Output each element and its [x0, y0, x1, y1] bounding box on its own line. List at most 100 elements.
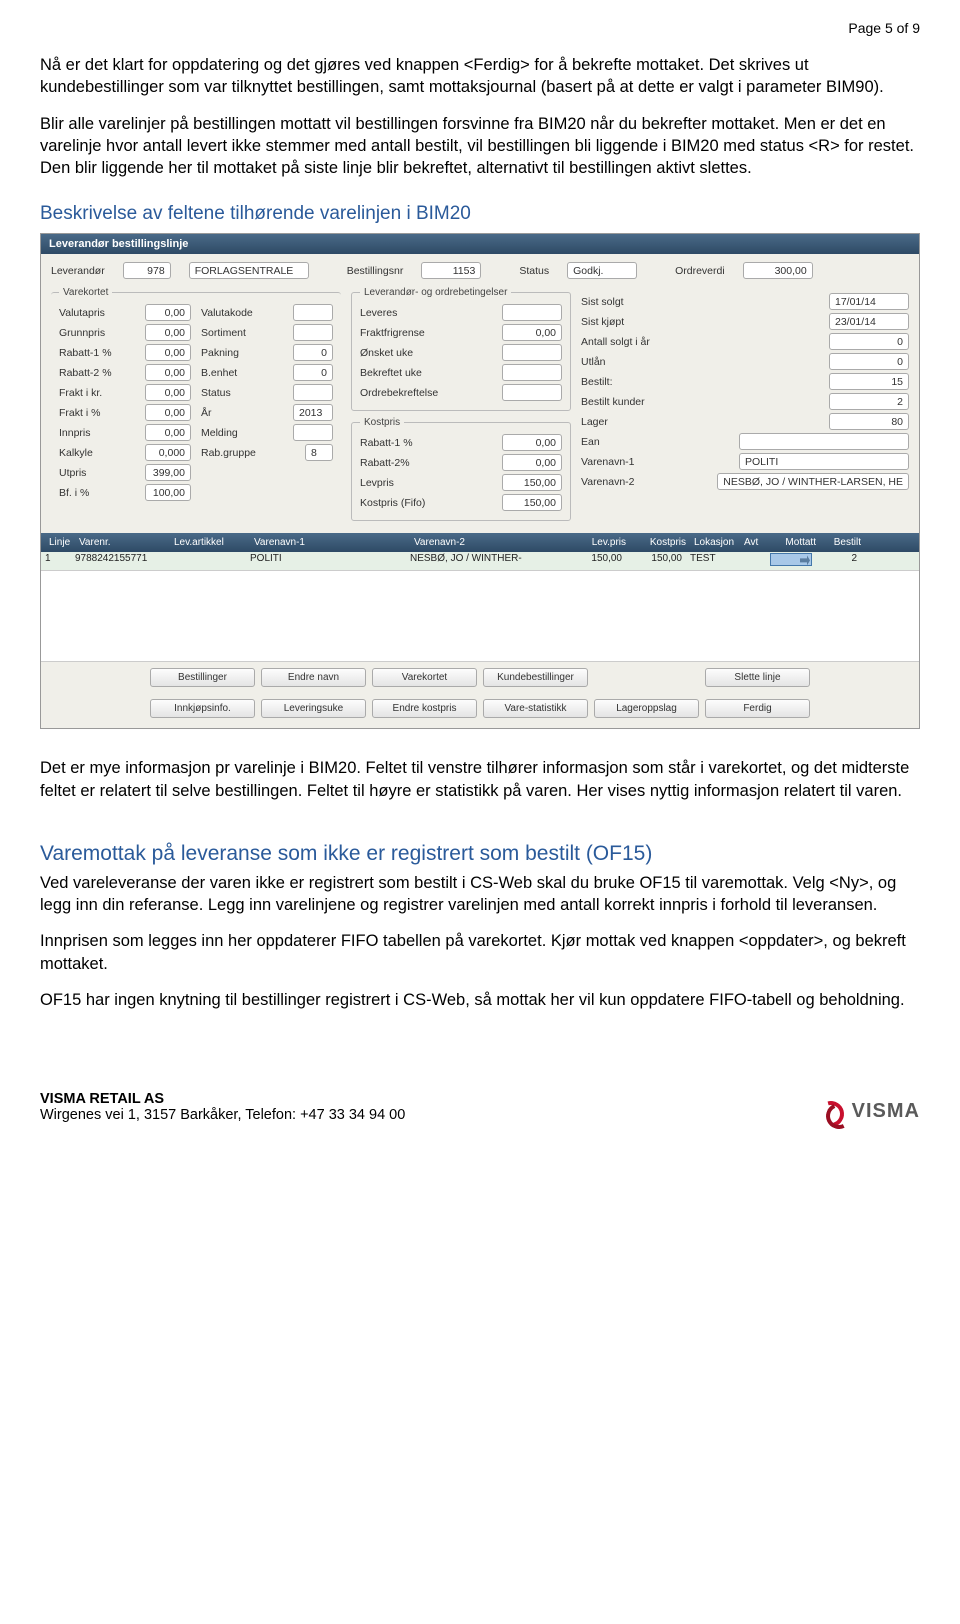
sistkjopt-field[interactable]: 23/01/14: [829, 313, 909, 330]
innkjopsinfo-button[interactable]: Innkjøpsinfo.: [150, 699, 255, 718]
kp-kostpris-field[interactable]: 150,00: [502, 494, 562, 511]
endrekostpris-button[interactable]: Endre kostpris: [372, 699, 477, 718]
col-lokasjon: Lokasjon: [690, 536, 740, 549]
endrenavn-button[interactable]: Endre navn: [261, 668, 366, 687]
app-top-row: Leverandør 978 FORLAGSENTRALE Bestilling…: [41, 254, 919, 279]
paragraph-3: Det er mye informasjon pr varelinje i BI…: [40, 757, 920, 802]
utlan-field[interactable]: 0: [829, 353, 909, 370]
utpris-field[interactable]: 399,00: [145, 464, 191, 481]
pakning-field[interactable]: 0: [293, 344, 333, 361]
paragraph-5: Innprisen som legges inn her oppdaterer …: [40, 930, 920, 975]
vn1-label: Varenavn-1: [581, 456, 635, 468]
col-varenavn1: Varenavn-1: [250, 536, 410, 549]
melding-field[interactable]: [293, 424, 333, 441]
kp-rabatt2-label: Rabatt-2%: [360, 457, 410, 469]
fraktpct-field[interactable]: 0,00: [145, 404, 191, 421]
button-row-1: Bestillinger Endre navn Varekortet Kunde…: [41, 662, 919, 693]
bekreftetuke-field[interactable]: [502, 364, 562, 381]
kp-rabatt1-label: Rabatt-1 %: [360, 437, 413, 449]
ar-field[interactable]: 2013: [293, 404, 333, 421]
kp-rabatt1-field[interactable]: 0,00: [502, 434, 562, 451]
valutapris-field[interactable]: 0,00: [145, 304, 191, 321]
slettelinje-button[interactable]: Slette linje: [705, 668, 810, 687]
cell-varenr: 9788242155771: [71, 552, 166, 570]
vn2-field[interactable]: NESBØ, JO / WINTHER-LARSEN, HE: [717, 473, 909, 490]
ean-field[interactable]: [739, 433, 909, 450]
fraktfri-label: Fraktfrigrense: [360, 327, 425, 339]
grid-body: 1 9788242155771 POLITI NESBØ, JO / WINTH…: [41, 552, 919, 662]
pakning-label: Pakning: [201, 347, 239, 359]
cell-bestilt: 2: [816, 552, 861, 570]
col-kostpris: Kostpris: [630, 536, 690, 549]
cell-kostpris: 150,00: [626, 552, 686, 570]
kp-levpris-field[interactable]: 150,00: [502, 474, 562, 491]
bestiltkunder-label: Bestilt kunder: [581, 396, 645, 408]
varekortet-button[interactable]: Varekortet: [372, 668, 477, 687]
col-avt: Avt: [740, 536, 770, 549]
status2-field[interactable]: [293, 384, 333, 401]
sistsolgt-label: Sist solgt: [581, 296, 624, 308]
bekreftetuke-label: Bekreftet uke: [360, 367, 422, 379]
vn1-field[interactable]: POLITI: [739, 453, 909, 470]
grid-row[interactable]: 1 9788242155771 POLITI NESBØ, JO / WINTH…: [41, 552, 919, 571]
melding-label: Melding: [201, 427, 238, 439]
varekortet-fieldset: Varekortet Valutapris0,00 Grunnpris0,00 …: [51, 287, 341, 510]
leveringsuke-button[interactable]: Leveringsuke: [261, 699, 366, 718]
rabgruppe-field[interactable]: 8: [305, 444, 333, 461]
button-row-2: Innkjøpsinfo. Leveringsuke Endre kostpri…: [41, 693, 919, 728]
leverandor-name-field[interactable]: FORLAGSENTRALE: [189, 262, 309, 279]
sistkjopt-label: Sist kjøpt: [581, 316, 624, 328]
kp-levpris-label: Levpris: [360, 477, 394, 489]
bestiltkunder-field[interactable]: 2: [829, 393, 909, 410]
paragraph-2: Blir alle varelinjer på bestillingen mot…: [40, 113, 920, 180]
innpris-field[interactable]: 0,00: [145, 424, 191, 441]
bestillinger-button[interactable]: Bestillinger: [150, 668, 255, 687]
cell-avt: [736, 552, 766, 570]
app-screenshot: Leverandør bestillingslinje Leverandør 9…: [40, 233, 920, 729]
bestillingsnr-field[interactable]: 1153: [421, 262, 481, 279]
kp-rabatt2-field[interactable]: 0,00: [502, 454, 562, 471]
cell-mottatt[interactable]: [766, 552, 816, 570]
sortiment-field[interactable]: [293, 324, 333, 341]
lageroppslag-button[interactable]: Lageroppslag: [594, 699, 699, 718]
antallsolgt-field[interactable]: 0: [829, 333, 909, 350]
grunnpris-field[interactable]: 0,00: [145, 324, 191, 341]
page-footer: VISMA RETAIL AS Wirgenes vei 1, 3157 Bar…: [40, 1091, 920, 1123]
ordreverdi-field[interactable]: 300,00: [743, 262, 813, 279]
levord-legend: Leverandør- og ordrebetingelser: [360, 287, 511, 298]
benhet-field[interactable]: 0: [293, 364, 333, 381]
cell-levart: [166, 552, 246, 570]
valutakode-field[interactable]: [293, 304, 333, 321]
ferdig-button[interactable]: Ferdig: [705, 699, 810, 718]
rabatt2-field[interactable]: 0,00: [145, 364, 191, 381]
col-varenavn2: Varenavn-2: [410, 536, 570, 549]
bf-label: Bf. i %: [59, 487, 89, 499]
bestillingsnr-label: Bestillingsnr: [347, 265, 404, 277]
kundebestillinger-button[interactable]: Kundebestillinger: [483, 668, 588, 687]
bestilt-field[interactable]: 15: [829, 373, 909, 390]
onsketuke-field[interactable]: [502, 344, 562, 361]
leverandor-code-field[interactable]: 978: [123, 262, 171, 279]
bf-field[interactable]: 100,00: [145, 484, 191, 501]
kalkyle-field[interactable]: 0,000: [145, 444, 191, 461]
fraktkr-field[interactable]: 0,00: [145, 384, 191, 401]
ordrebekr-field[interactable]: [502, 384, 562, 401]
rabatt1-label: Rabatt-1 %: [59, 347, 112, 359]
sistsolgt-field[interactable]: 17/01/14: [829, 293, 909, 310]
kostpris-fieldset: Kostpris Rabatt-1 %0,00 Rabatt-2%0,00 Le…: [351, 417, 571, 521]
col-levpris: Lev.pris: [570, 536, 630, 549]
varestatistikk-button[interactable]: Vare-statistikk: [483, 699, 588, 718]
kalkyle-label: Kalkyle: [59, 447, 93, 459]
leveres-field[interactable]: [502, 304, 562, 321]
vn2-label: Varenavn-2: [581, 476, 635, 488]
cell-vn1: POLITI: [246, 552, 406, 570]
rabatt1-field[interactable]: 0,00: [145, 344, 191, 361]
fraktfri-field[interactable]: 0,00: [502, 324, 562, 341]
leverandor-label: Leverandør: [51, 265, 105, 277]
status-field[interactable]: Godkj.: [567, 262, 637, 279]
fraktpct-label: Frakt i %: [59, 407, 100, 419]
cell-linje: 1: [41, 552, 71, 570]
innpris-label: Innpris: [59, 427, 91, 439]
grid-header: Linje Varenr. Lev.artikkel Varenavn-1 Va…: [41, 533, 919, 552]
lager-field[interactable]: 80: [829, 413, 909, 430]
